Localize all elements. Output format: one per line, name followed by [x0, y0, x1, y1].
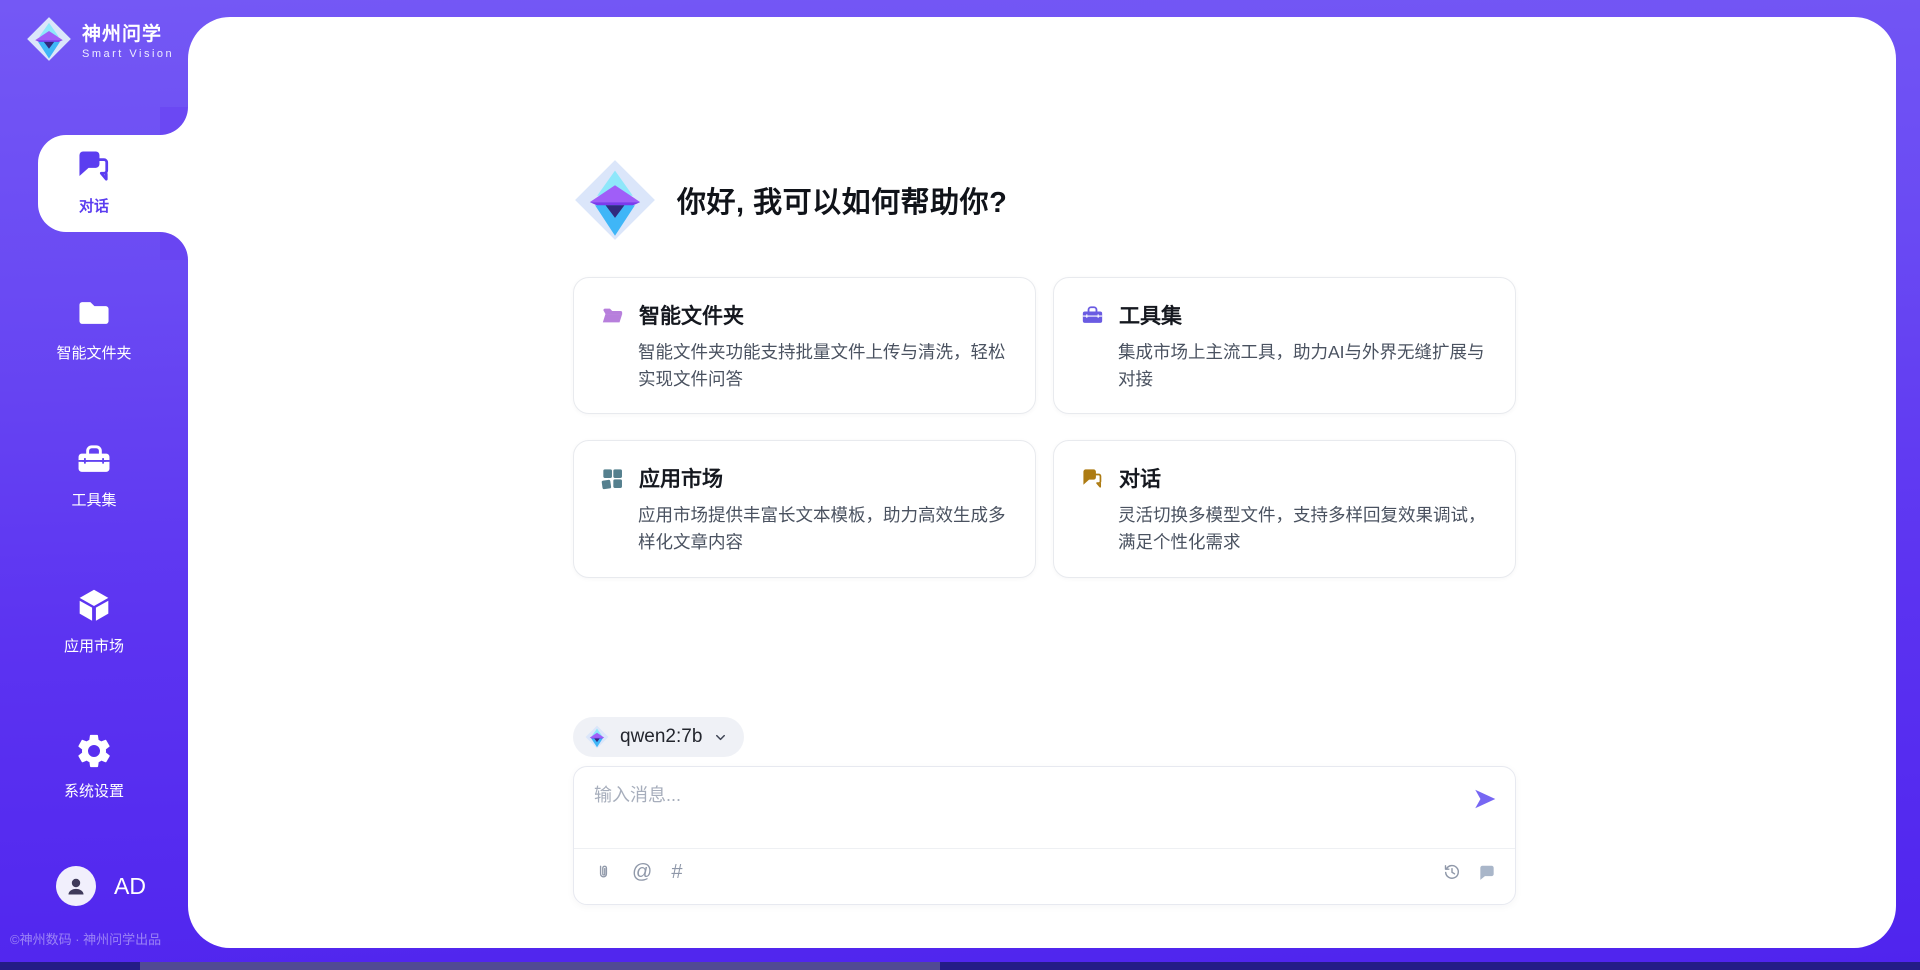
model-gem-icon: [585, 725, 609, 749]
composer-divider: [574, 848, 1515, 849]
sidebar-item-toolset[interactable]: 工具集: [0, 440, 188, 510]
sidebar-item-label: 工具集: [71, 489, 116, 510]
sidebar-item-label: 对话: [79, 195, 109, 216]
folder-icon: [74, 293, 114, 333]
gear-icon: [74, 731, 114, 771]
card-app-market[interactable]: 应用市场 应用市场提供丰富长文本模板，助力高效生成多样化文章内容: [573, 440, 1036, 577]
greeting: 你好, 我可以如何帮助你?: [573, 158, 1007, 242]
toolbox-icon: [1080, 303, 1105, 328]
sidebar: 神州问学 Smart Vision 对话 智能文件夹 工具集: [0, 0, 188, 962]
model-selector[interactable]: qwen2:7b: [573, 717, 744, 757]
avatar: [56, 866, 96, 906]
card-title: 应用市场: [639, 463, 723, 493]
send-button[interactable]: [1471, 785, 1499, 813]
hash-icon: #: [671, 862, 682, 882]
brand-name: 神州问学: [82, 19, 174, 46]
chevron-down-icon: [713, 730, 728, 745]
person-icon: [64, 874, 88, 898]
chat-home: 你好, 我可以如何帮助你? 智能文件夹 智能文件夹功能支持批量文件上传与清洗，轻…: [573, 0, 1516, 970]
sidebar-item-chat[interactable]: 对话: [0, 146, 188, 216]
history-button[interactable]: [1442, 862, 1462, 882]
message-input[interactable]: [594, 781, 1454, 839]
grid-icon: [600, 466, 625, 491]
conversation-button[interactable]: [1477, 862, 1497, 882]
card-title: 工具集: [1119, 300, 1182, 330]
message-composer: @ #: [573, 766, 1516, 905]
sidebar-item-app-market[interactable]: 应用市场: [0, 584, 188, 656]
app-window: 神州问学 Smart Vision 对话 智能文件夹 工具集: [0, 0, 1920, 970]
user-profile[interactable]: AD: [56, 866, 146, 906]
card-description: 灵活切换多模型文件，支持多样回复效果调试，满足个性化需求: [1118, 502, 1491, 556]
card-title: 对话: [1119, 463, 1161, 493]
card-chat[interactable]: 对话 灵活切换多模型文件，支持多样回复效果调试，满足个性化需求: [1053, 440, 1516, 577]
card-description: 应用市场提供丰富长文本模板，助力高效生成多样化文章内容: [638, 502, 1011, 556]
cube-icon: [73, 584, 115, 626]
brand-subtitle: Smart Vision: [82, 48, 174, 60]
copyright-text: ©神州数码 · 神州问学出品: [10, 929, 161, 948]
tab-fillet-bottom: [160, 232, 188, 260]
history-icon: [1442, 862, 1462, 882]
assistant-gem-icon: [573, 158, 657, 242]
sidebar-item-label: 系统设置: [64, 780, 124, 801]
sidebar-item-settings[interactable]: 系统设置: [0, 731, 188, 801]
sidebar-item-label: 应用市场: [64, 635, 124, 656]
card-description: 集成市场上主流工具，助力AI与外界无缝扩展与对接: [1118, 339, 1491, 393]
card-smart-folder[interactable]: 智能文件夹 智能文件夹功能支持批量文件上传与清洗，轻松实现文件问答: [573, 277, 1036, 414]
model-name: qwen2:7b: [620, 726, 702, 748]
attach-file-button[interactable]: [594, 863, 613, 882]
folder-open-icon: [600, 303, 625, 328]
sidebar-item-label: 智能文件夹: [56, 342, 131, 363]
toolbox-icon: [74, 440, 114, 480]
mention-button[interactable]: @: [632, 862, 652, 882]
comment-icon: [1477, 862, 1497, 882]
sidebar-item-smart-folder[interactable]: 智能文件夹: [0, 293, 188, 363]
brand-diamond-icon: [26, 16, 72, 62]
user-initials: AD: [114, 873, 146, 900]
send-icon: [1472, 786, 1498, 812]
at-sign-icon: @: [632, 862, 652, 882]
card-title: 智能文件夹: [639, 300, 744, 330]
brand-logo: 神州问学 Smart Vision: [26, 16, 174, 62]
tab-fillet-top: [160, 107, 188, 135]
topic-button[interactable]: #: [671, 862, 682, 882]
chat-icon: [1080, 466, 1105, 491]
card-toolset[interactable]: 工具集 集成市场上主流工具，助力AI与外界无缝扩展与对接: [1053, 277, 1516, 414]
greeting-text: 你好, 我可以如何帮助你?: [677, 179, 1007, 221]
feature-cards: 智能文件夹 智能文件夹功能支持批量文件上传与清洗，轻松实现文件问答 工具集 集成…: [573, 277, 1516, 578]
card-description: 智能文件夹功能支持批量文件上传与清洗，轻松实现文件问答: [638, 339, 1011, 393]
chat-icon: [74, 146, 114, 186]
paperclip-icon: [594, 863, 613, 882]
